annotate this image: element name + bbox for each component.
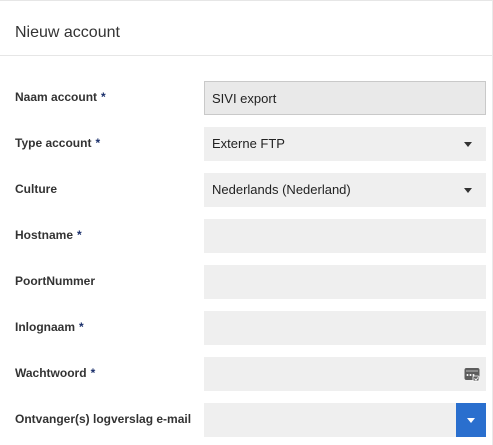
chevron-down-icon: [467, 418, 475, 423]
type-account-label: Type account *: [15, 136, 101, 150]
caret-down-icon: [464, 188, 472, 193]
wachtwoord-field[interactable]: [204, 357, 486, 391]
form-row-type-account: Type account * Externe FTP: [0, 127, 493, 161]
new-account-panel: Nieuw account Naam account* Type account…: [0, 0, 493, 445]
wachtwoord-input[interactable]: [212, 357, 462, 391]
form-row-hostname: Hostname *: [0, 219, 493, 253]
naam-account-label: Naam account *: [15, 90, 106, 104]
poortnummer-field[interactable]: [204, 265, 486, 299]
poortnummer-input[interactable]: [212, 265, 486, 299]
poortnummer-label: PoortNummer: [15, 274, 96, 288]
ontvangers-input[interactable]: [212, 403, 452, 437]
inlognaam-input[interactable]: [212, 311, 486, 345]
culture-value: Nederlands (Nederland): [212, 182, 351, 197]
naam-account-input[interactable]: [212, 82, 485, 114]
required-marker: *: [90, 366, 96, 380]
form-row-inlognaam: Inlognaam *: [0, 311, 493, 345]
page-title: Nieuw account: [15, 24, 120, 41]
ontvangers-dropdown-button[interactable]: [456, 403, 486, 437]
inlognaam-label: Inlognaam *: [15, 320, 84, 334]
form-row-poortnummer: PoortNummer: [0, 265, 493, 299]
culture-label: Culture: [15, 182, 57, 196]
form-row-naam-account: Naam account *: [0, 81, 493, 115]
form-row-wachtwoord: Wachtwoord *: [0, 357, 493, 391]
naam-account-field[interactable]: [204, 81, 486, 115]
required-marker: *: [101, 90, 106, 104]
panel-header: Nieuw account: [0, 1, 492, 56]
hostname-label: Hostname *: [15, 228, 82, 242]
ontvangers-select[interactable]: [204, 403, 486, 437]
type-account-select[interactable]: Externe FTP: [204, 127, 486, 161]
wachtwoord-label: Wachtwoord *: [15, 366, 96, 380]
ontvangers-label: Ontvanger(s) logverslag e-mail: [15, 412, 192, 426]
hostname-input[interactable]: [212, 219, 486, 253]
required-marker: *: [79, 320, 84, 334]
inlognaam-field[interactable]: [204, 311, 486, 345]
required-marker: *: [95, 136, 101, 150]
hostname-field[interactable]: [204, 219, 486, 253]
form-row-ontvangers: Ontvanger(s) logverslag e-mail: [0, 403, 493, 437]
type-account-value: Externe FTP: [212, 136, 285, 151]
required-marker: *: [77, 228, 82, 242]
password-generator-icon[interactable]: [464, 366, 480, 382]
caret-down-icon: [464, 142, 472, 147]
culture-select[interactable]: Nederlands (Nederland): [204, 173, 486, 207]
form-row-culture: Culture Nederlands (Nederland): [0, 173, 493, 207]
